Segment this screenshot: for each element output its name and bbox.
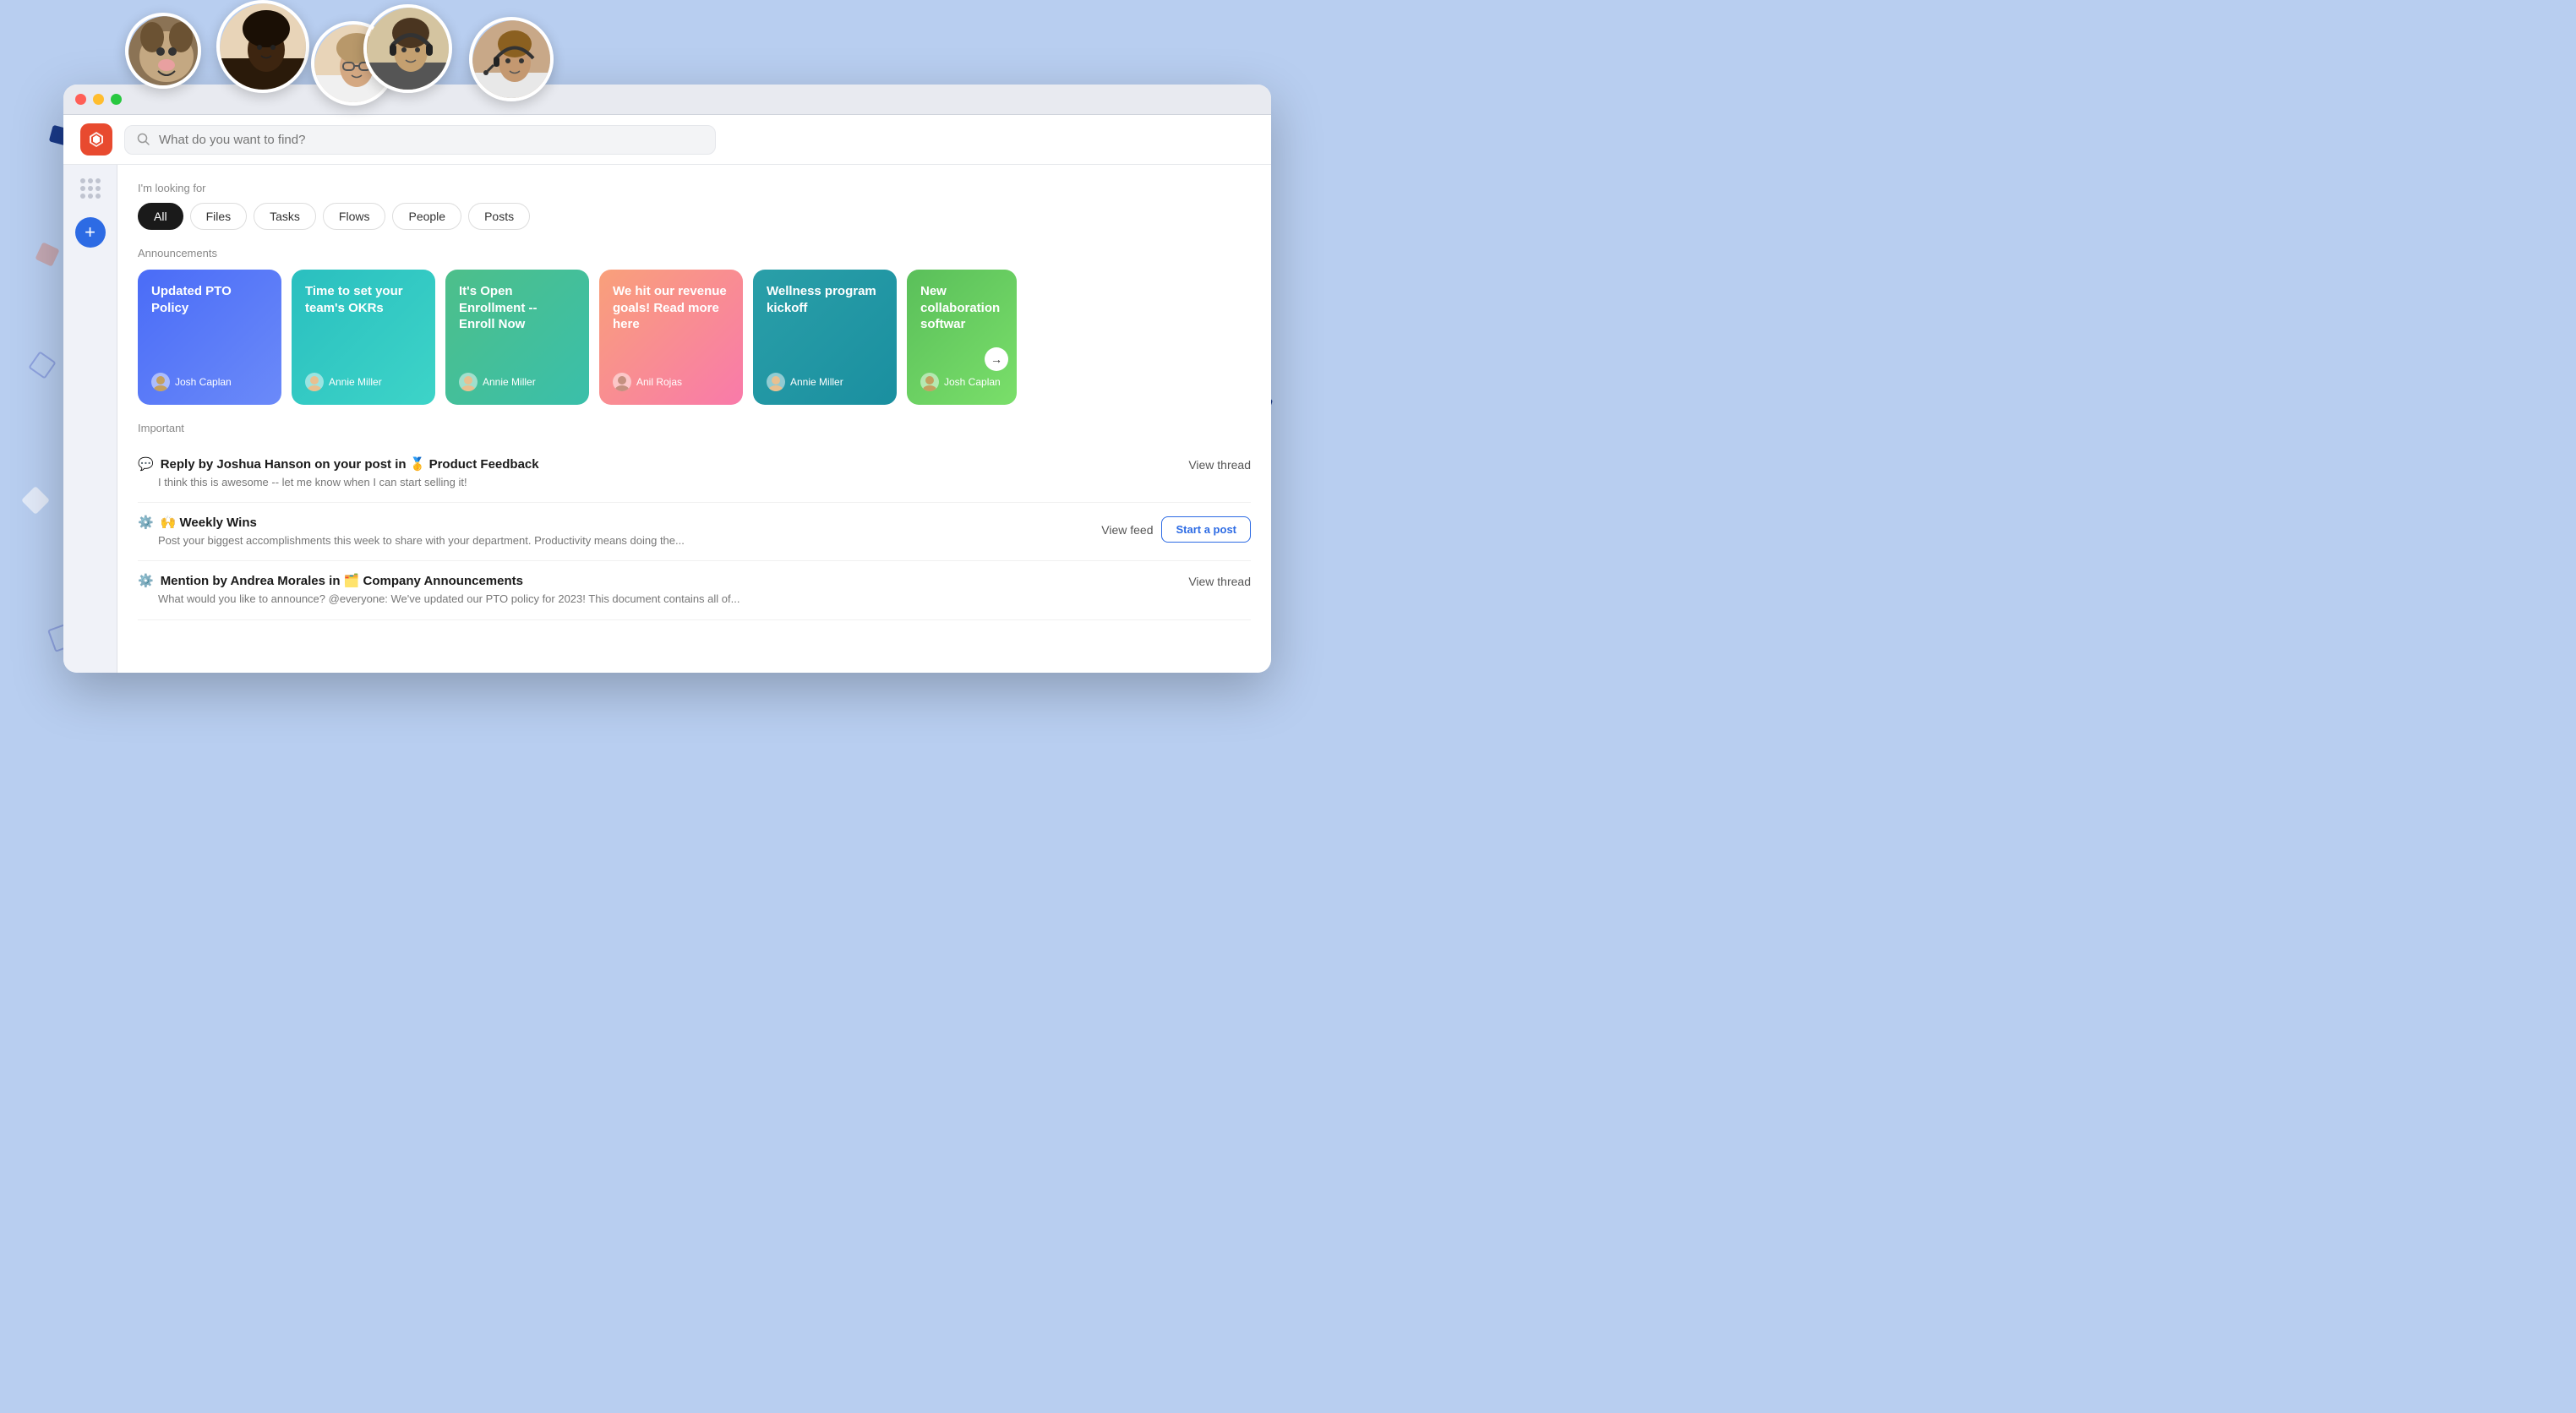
item-icon-reply: 💬	[138, 456, 154, 472]
important-label: Important	[138, 422, 1251, 434]
announcements-scroll: Updated PTO Policy Josh Caplan	[138, 270, 1251, 405]
minimize-button[interactable]	[93, 94, 104, 105]
important-section: Important 💬 Reply by Joshua Hanson on yo…	[117, 422, 1271, 637]
announcement-card-enrollment[interactable]: It's Open Enrollment -- Enroll Now Annie…	[445, 270, 589, 405]
avatar-woman-dark	[216, 0, 309, 93]
card-author-enrollment: Annie Miller	[459, 373, 576, 391]
important-item-mention: ⚙️ Mention by Andrea Morales in 🗂️ Compa…	[138, 561, 1251, 619]
filters-section: I'm looking for All Files Tasks Flows Pe…	[117, 165, 1271, 230]
filters-label: I'm looking for	[138, 182, 1251, 194]
main-window: + I'm looking for All Files Tasks Flows …	[63, 85, 1271, 673]
card-avatar-okrs	[305, 373, 324, 391]
card-author-wellness: Annie Miller	[767, 373, 883, 391]
add-button[interactable]: +	[75, 217, 106, 248]
filter-people[interactable]: People	[392, 203, 461, 230]
next-arrow[interactable]: →	[985, 347, 1008, 371]
item-icon-mention: ⚙️	[138, 573, 154, 588]
content-area: + I'm looking for All Files Tasks Flows …	[63, 165, 1271, 673]
card-author-collab: Josh Caplan	[920, 373, 1003, 391]
card-avatar-wellness	[767, 373, 785, 391]
card-title-revenue: We hit our revenue goals! Read more here	[613, 283, 729, 333]
announcement-card-pto[interactable]: Updated PTO Policy Josh Caplan	[138, 270, 281, 405]
announcement-card-okrs[interactable]: Time to set your team's OKRs Annie Mille…	[292, 270, 435, 405]
search-input[interactable]	[159, 133, 703, 147]
search-bar[interactable]	[124, 125, 716, 155]
card-title-pto: Updated PTO Policy	[151, 283, 268, 316]
announcement-card-wellness[interactable]: Wellness program kickoff Annie Miller	[753, 270, 897, 405]
floating-avatars-container	[0, 0, 1288, 93]
card-avatar-collab	[920, 373, 939, 391]
card-title-enrollment: It's Open Enrollment -- Enroll Now	[459, 283, 576, 333]
view-thread-link-2[interactable]: View thread	[1188, 575, 1251, 588]
item-desc-mention: What would you like to announce? @everyo…	[138, 592, 1175, 607]
card-avatar-pto	[151, 373, 170, 391]
search-icon	[137, 133, 150, 146]
sidebar: +	[63, 165, 117, 673]
app-header	[63, 115, 1271, 165]
maximize-button[interactable]	[111, 94, 122, 105]
app-logo	[80, 123, 112, 155]
item-title-weekly: 🙌 Weekly Wins	[161, 515, 257, 530]
close-button[interactable]	[75, 94, 86, 105]
card-author-okrs: Annie Miller	[305, 373, 422, 391]
card-avatar-enrollment	[459, 373, 478, 391]
card-title-collab: New collaboration softwar	[920, 283, 1003, 333]
card-title-okrs: Time to set your team's OKRs	[305, 283, 422, 316]
logo-icon	[87, 130, 106, 149]
item-title-mention: Mention by Andrea Morales in 🗂️ Company …	[161, 573, 523, 588]
filter-flows[interactable]: Flows	[323, 203, 386, 230]
card-title-wellness: Wellness program kickoff	[767, 283, 883, 316]
title-bar	[63, 85, 1271, 115]
announcement-card-collab[interactable]: New collaboration softwar → Josh Caplan	[907, 270, 1017, 405]
item-desc-weekly: Post your biggest accomplishments this w…	[138, 533, 1088, 548]
filter-buttons-container: All Files Tasks Flows People Posts	[138, 203, 1251, 230]
start-post-button[interactable]: Start a post	[1161, 516, 1251, 543]
announcements-section: Announcements Updated PTO Policy	[117, 230, 1271, 422]
avatar-man-headset	[363, 4, 452, 93]
main-content-area: I'm looking for All Files Tasks Flows Pe…	[117, 165, 1271, 673]
item-icon-weekly: ⚙️	[138, 515, 154, 530]
view-feed-link[interactable]: View feed	[1101, 523, 1153, 537]
item-actions-mention: View thread	[1188, 573, 1251, 588]
filter-files[interactable]: Files	[190, 203, 248, 230]
item-title-reply: Reply by Joshua Hanson on your post in 🥇…	[161, 456, 539, 472]
avatar-dog	[125, 13, 201, 89]
card-author-pto: Josh Caplan	[151, 373, 268, 391]
card-avatar-revenue	[613, 373, 631, 391]
view-thread-link-1[interactable]: View thread	[1188, 458, 1251, 472]
item-actions-weekly: View feed Start a post	[1101, 515, 1251, 543]
filter-posts[interactable]: Posts	[468, 203, 530, 230]
item-desc-reply: I think this is awesome -- let me know w…	[138, 475, 1175, 490]
important-item-reply: 💬 Reply by Joshua Hanson on your post in…	[138, 445, 1251, 503]
item-actions-reply: View thread	[1188, 456, 1251, 472]
filter-all[interactable]: All	[138, 203, 183, 230]
sidebar-grid-icon	[80, 178, 101, 199]
announcement-card-revenue[interactable]: We hit our revenue goals! Read more here…	[599, 270, 743, 405]
card-author-revenue: Anil Rojas	[613, 373, 729, 391]
important-item-weekly-wins: ⚙️ 🙌 Weekly Wins Post your biggest accom…	[138, 503, 1251, 561]
filter-tasks[interactable]: Tasks	[254, 203, 316, 230]
announcements-label: Announcements	[138, 247, 1251, 259]
